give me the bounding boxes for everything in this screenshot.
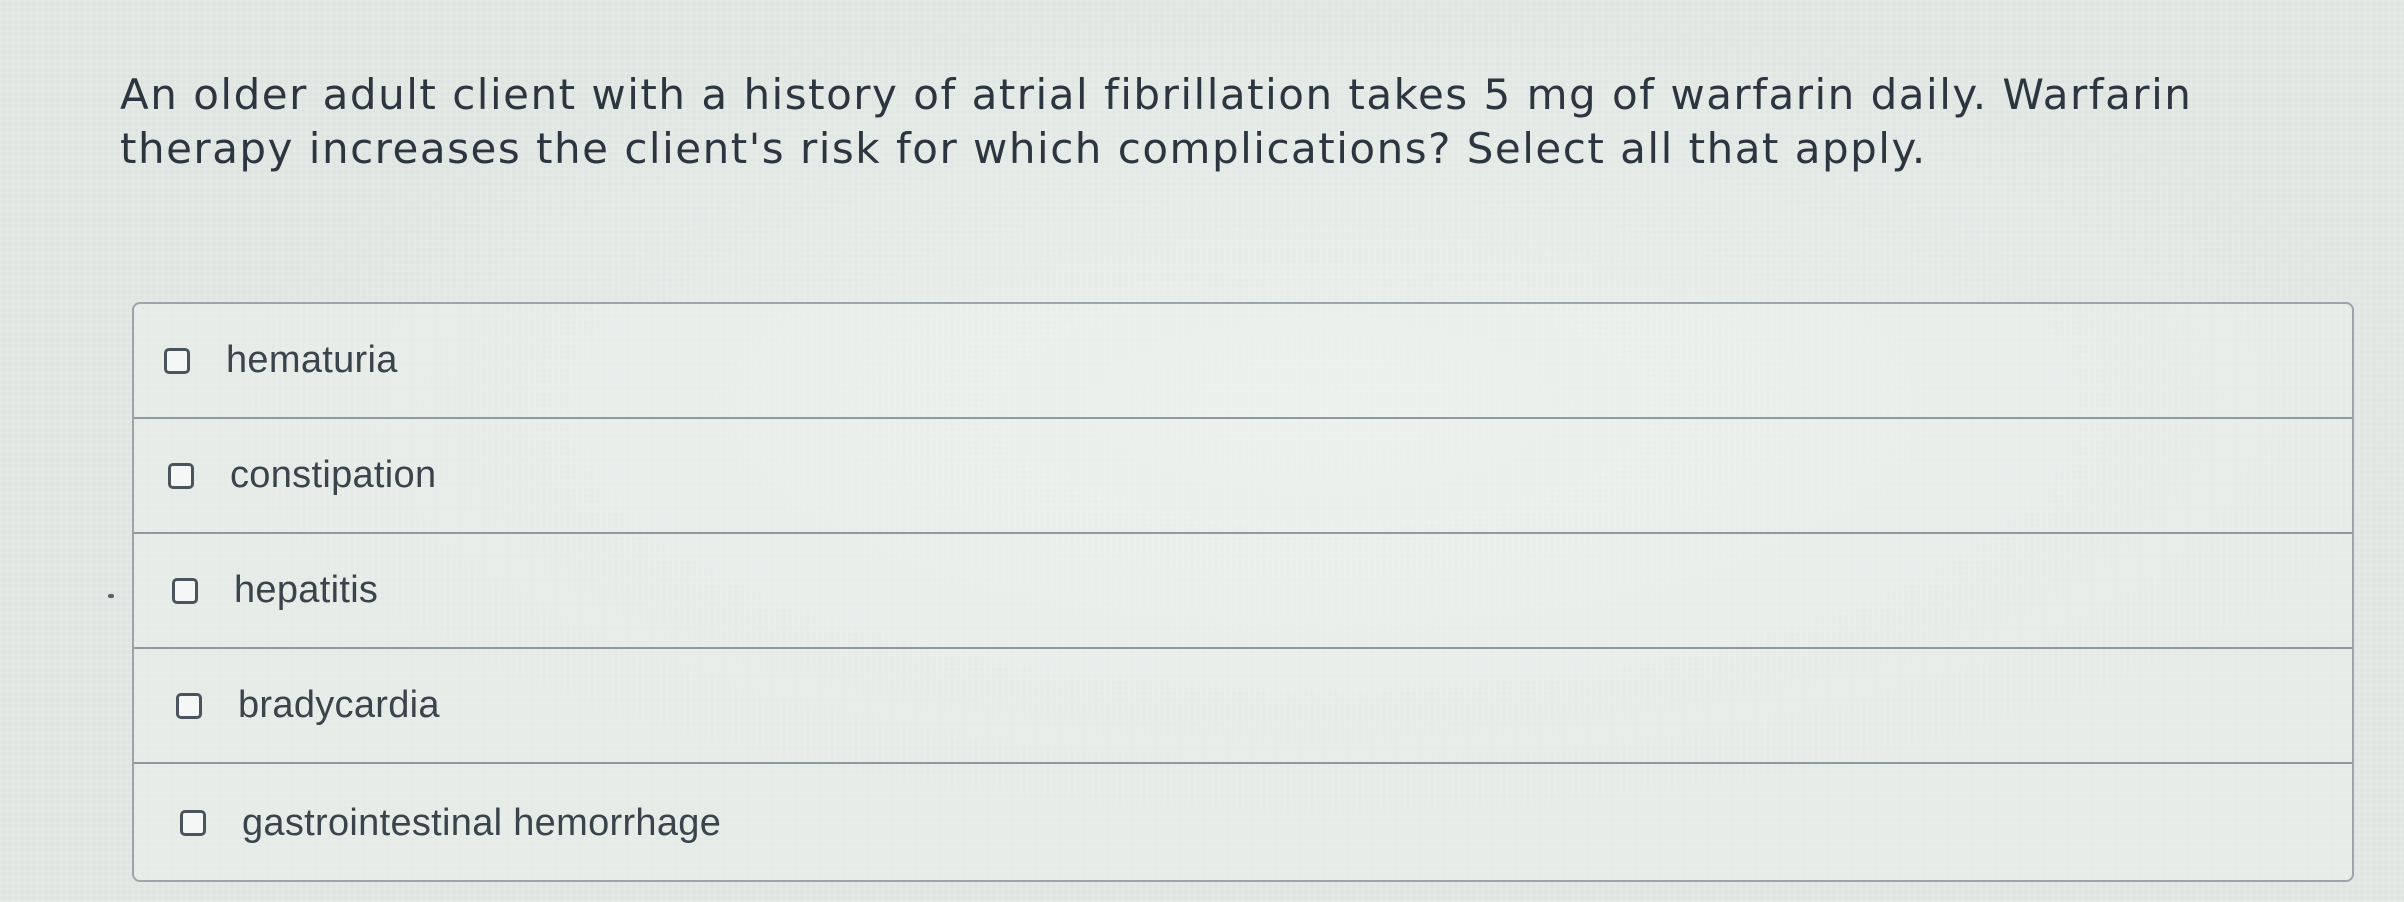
option-label: gastrointestinal hemorrhage [242,801,722,844]
option-constipation[interactable]: constipation [134,419,2352,534]
stray-mark [108,594,114,598]
option-label: hepatitis [234,569,379,611]
option-label: bradycardia [238,684,440,726]
checkbox-icon[interactable] [164,347,190,374]
option-gastrointestinal-hemorrhage[interactable]: gastrointestinal hemorrhage [134,764,2352,882]
option-hematuria[interactable]: hematuria [134,304,2352,419]
checkbox-icon[interactable] [172,577,198,604]
option-hepatitis[interactable]: hepatitis [134,534,2352,649]
question-text: An older adult client with a history of … [120,70,2193,173]
checkbox-icon[interactable] [168,462,194,489]
answer-options-list: hematuria constipation hepatitis bradyca… [132,302,2354,882]
option-label: hematuria [226,339,398,381]
checkbox-icon[interactable] [180,810,206,836]
checkbox-icon[interactable] [176,692,202,719]
option-label: constipation [230,454,437,496]
option-bradycardia[interactable]: bradycardia [134,649,2352,764]
